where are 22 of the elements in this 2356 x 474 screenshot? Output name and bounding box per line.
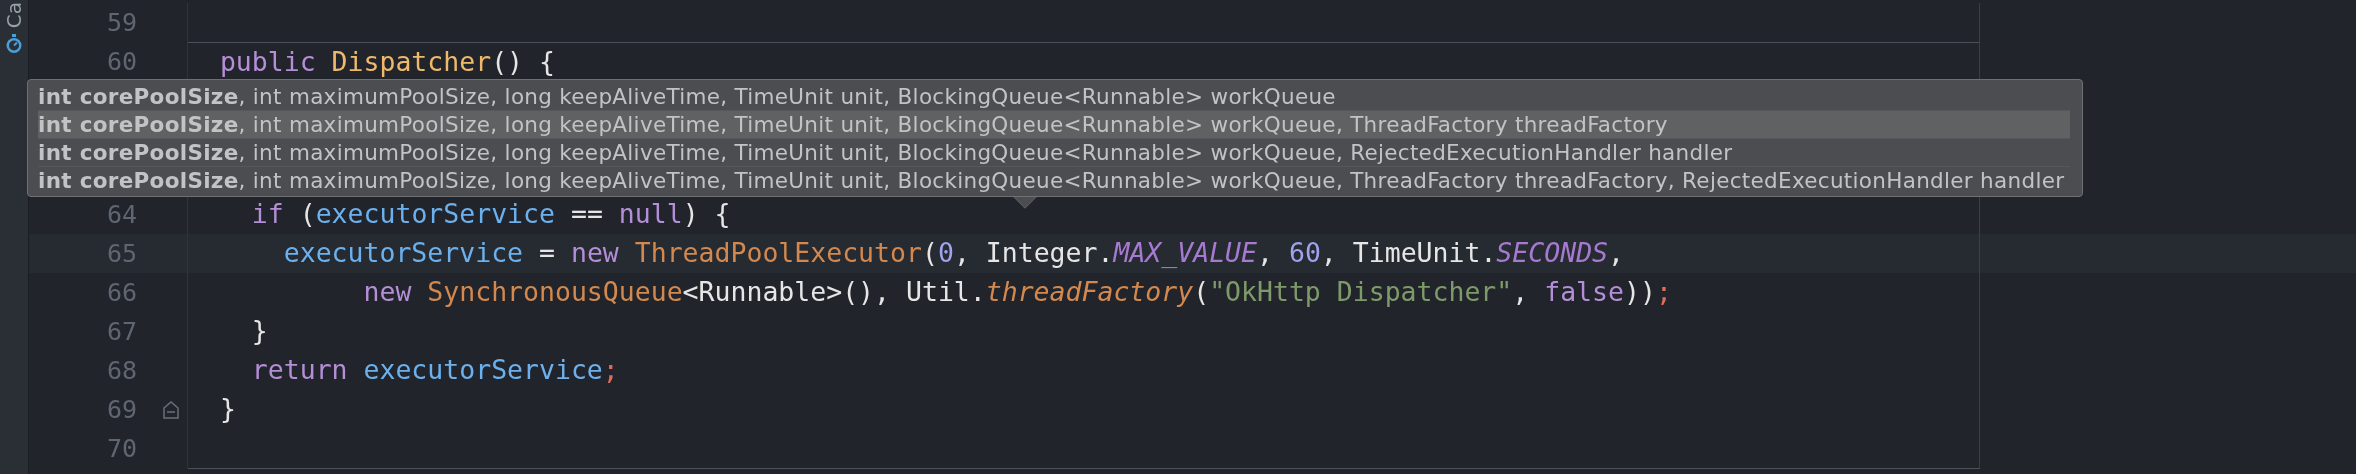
signature-item[interactable]: int corePoolSize, int maximumPoolSize, long keepAliveTime, TimeUnit unit, BlockingQueue<Runnable> workQueue, ThreadFactory threadFactory, RejectedExecutionHandler handler [38, 167, 2071, 194]
line-number: 68 [105, 355, 137, 387]
fold-icon[interactable] [163, 400, 179, 419]
code-line: public Dispatcher() { [218, 46, 555, 77]
line-number: 66 [105, 277, 137, 309]
line-number: 70 [105, 433, 137, 465]
code-line: } [218, 393, 236, 424]
code-line: } [250, 315, 268, 346]
line-number: 67 [105, 316, 137, 348]
line-number: 59 [105, 7, 137, 39]
code-line: new SynchronousQueue<Runnable>(), Util.threadFactory("OkHttp Dispatcher", false)); [362, 276, 1672, 307]
code-line: executorService = new ThreadPoolExecutor(0, Integer.MAX_VALUE, 60, TimeUnit.SECONDS, [282, 237, 1624, 268]
tool-window-tab[interactable]: Ca [4, 2, 24, 29]
code-line: return executorService; [250, 354, 619, 385]
line-number: 69 [105, 394, 137, 426]
signature-item[interactable]: int corePoolSize, int maximumPoolSize, long keepAliveTime, TimeUnit unit, BlockingQueue<Runnable> workQueue, RejectedExecutionHandler handler [38, 139, 2071, 167]
line-number: 65 [105, 238, 137, 270]
line-number: 60 [105, 46, 137, 78]
signature-item[interactable]: int corePoolSize, int maximumPoolSize, long keepAliveTime, TimeUnit unit, BlockingQueue<Runnable> workQueue, ThreadFactory threadFactory [38, 111, 2071, 139]
code-line: if (executorService == null) { [250, 198, 731, 229]
stopwatch-icon[interactable] [5, 34, 23, 55]
line-number: 64 [105, 199, 137, 231]
